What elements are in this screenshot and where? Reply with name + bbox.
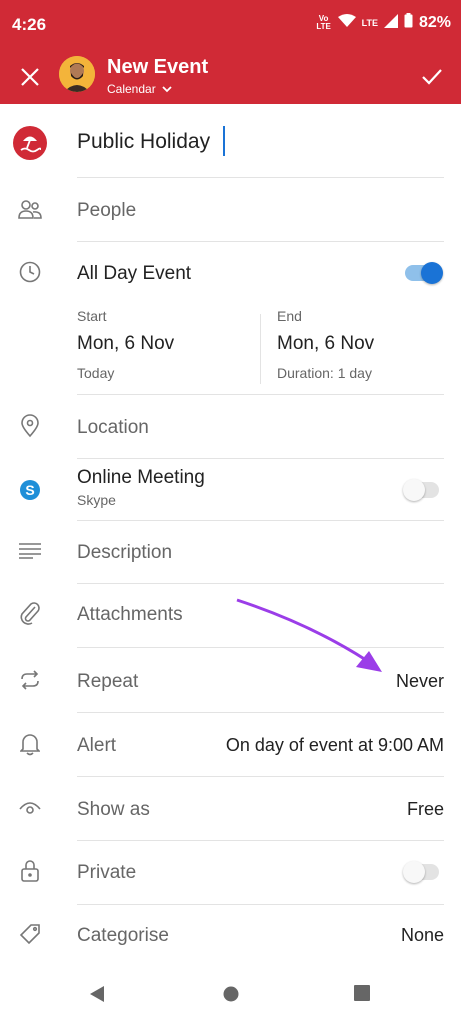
start-caption: Start [77, 308, 107, 324]
back-icon[interactable] [88, 985, 106, 1008]
clock-icon [16, 258, 44, 286]
avatar[interactable] [59, 56, 95, 92]
people-label: People [77, 200, 137, 221]
end-note: Duration: 1 day [277, 365, 372, 381]
divider [77, 458, 444, 459]
end-caption: End [277, 308, 302, 324]
divider [77, 241, 444, 242]
people-row[interactable]: People [0, 190, 461, 234]
tag-icon [16, 920, 44, 948]
online-meeting-provider: Skype [77, 492, 116, 508]
show-as-row[interactable]: Show as Free [0, 788, 461, 832]
start-date: Mon, 6 Nov [77, 333, 175, 354]
skype-icon: S [16, 476, 44, 504]
description-lines-icon [16, 537, 44, 565]
status-bar: 4:26 Vo LTE LTE 82% [0, 0, 461, 50]
repeat-icon [16, 666, 44, 694]
description-label: Description [77, 542, 173, 563]
location-pin-icon [16, 412, 44, 440]
signal-icon [383, 13, 398, 33]
divider [77, 520, 444, 521]
paperclip-icon [16, 599, 44, 627]
annotation-arrow-icon [236, 598, 382, 672]
online-meeting-row[interactable]: S Online Meeting Skype [0, 464, 461, 516]
app-header: New Event Calendar [0, 50, 461, 104]
divider [77, 583, 444, 584]
private-label: Private [77, 862, 137, 883]
lock-icon [16, 857, 44, 885]
categorise-label: Categorise [77, 925, 169, 946]
lte-label: LTE [361, 18, 378, 28]
wifi-icon [337, 13, 356, 33]
home-icon[interactable] [222, 985, 240, 1008]
bell-icon [16, 730, 44, 758]
close-icon[interactable] [17, 64, 43, 90]
alert-label: Alert [77, 735, 117, 756]
start-date-block[interactable]: Start Mon, 6 Nov Today [77, 308, 174, 381]
calendar-label: Calendar [107, 82, 156, 96]
battery-percent: 82% [418, 14, 451, 31]
repeat-value[interactable]: Never [396, 671, 444, 692]
repeat-label: Repeat [77, 671, 139, 692]
divider [77, 394, 444, 395]
event-title-row[interactable]: Public Holiday [0, 118, 461, 174]
location-row[interactable]: Location [0, 406, 461, 450]
eye-icon [16, 794, 44, 822]
attachments-label: Attachments [77, 604, 183, 625]
all-day-row[interactable]: All Day Event [0, 252, 461, 296]
start-note: Today [77, 365, 115, 381]
description-row[interactable]: Description [0, 531, 461, 575]
end-date: Mon, 6 Nov [277, 333, 375, 354]
divider [77, 840, 444, 841]
alert-row[interactable]: Alert On day of event at 9:00 AM [0, 724, 461, 768]
show-as-label: Show as [77, 799, 150, 820]
holiday-beach-icon[interactable] [13, 126, 47, 160]
people-icon [16, 196, 44, 224]
all-day-toggle[interactable] [405, 262, 443, 284]
svg-text:S: S [25, 482, 34, 498]
divider [77, 776, 444, 777]
categorise-row[interactable]: Categorise None [0, 914, 461, 958]
private-row[interactable]: Private [0, 851, 461, 895]
text-cursor [223, 126, 225, 156]
calendar-selector[interactable]: Calendar [107, 82, 172, 96]
recents-icon[interactable] [354, 985, 370, 1006]
alert-value[interactable]: On day of event at 9:00 AM [226, 735, 444, 756]
online-meeting-label: Online Meeting [77, 467, 205, 488]
status-time: 4:26 [12, 15, 47, 34]
chevron-down-icon [162, 82, 172, 96]
end-date-block[interactable]: End Mon, 6 Nov Duration: 1 day [277, 308, 374, 381]
divider [77, 904, 444, 905]
page-title: New Event [107, 56, 209, 78]
location-label: Location [77, 417, 149, 438]
battery-icon [404, 13, 413, 33]
divider [77, 177, 444, 178]
event-title-input[interactable]: Public Holiday [77, 130, 210, 154]
system-nav-bar [0, 968, 461, 1024]
date-range: Start Mon, 6 Nov Today End Mon, 6 Nov Du… [77, 308, 444, 388]
volte-icon: Vo LTE [316, 14, 331, 31]
online-meeting-toggle[interactable] [403, 479, 439, 501]
show-as-value[interactable]: Free [407, 799, 444, 820]
save-check-icon[interactable] [419, 64, 445, 90]
date-separator [260, 314, 261, 384]
divider [77, 712, 444, 713]
all-day-label: All Day Event [77, 263, 192, 284]
private-toggle[interactable] [403, 861, 439, 883]
categorise-value[interactable]: None [401, 925, 444, 946]
